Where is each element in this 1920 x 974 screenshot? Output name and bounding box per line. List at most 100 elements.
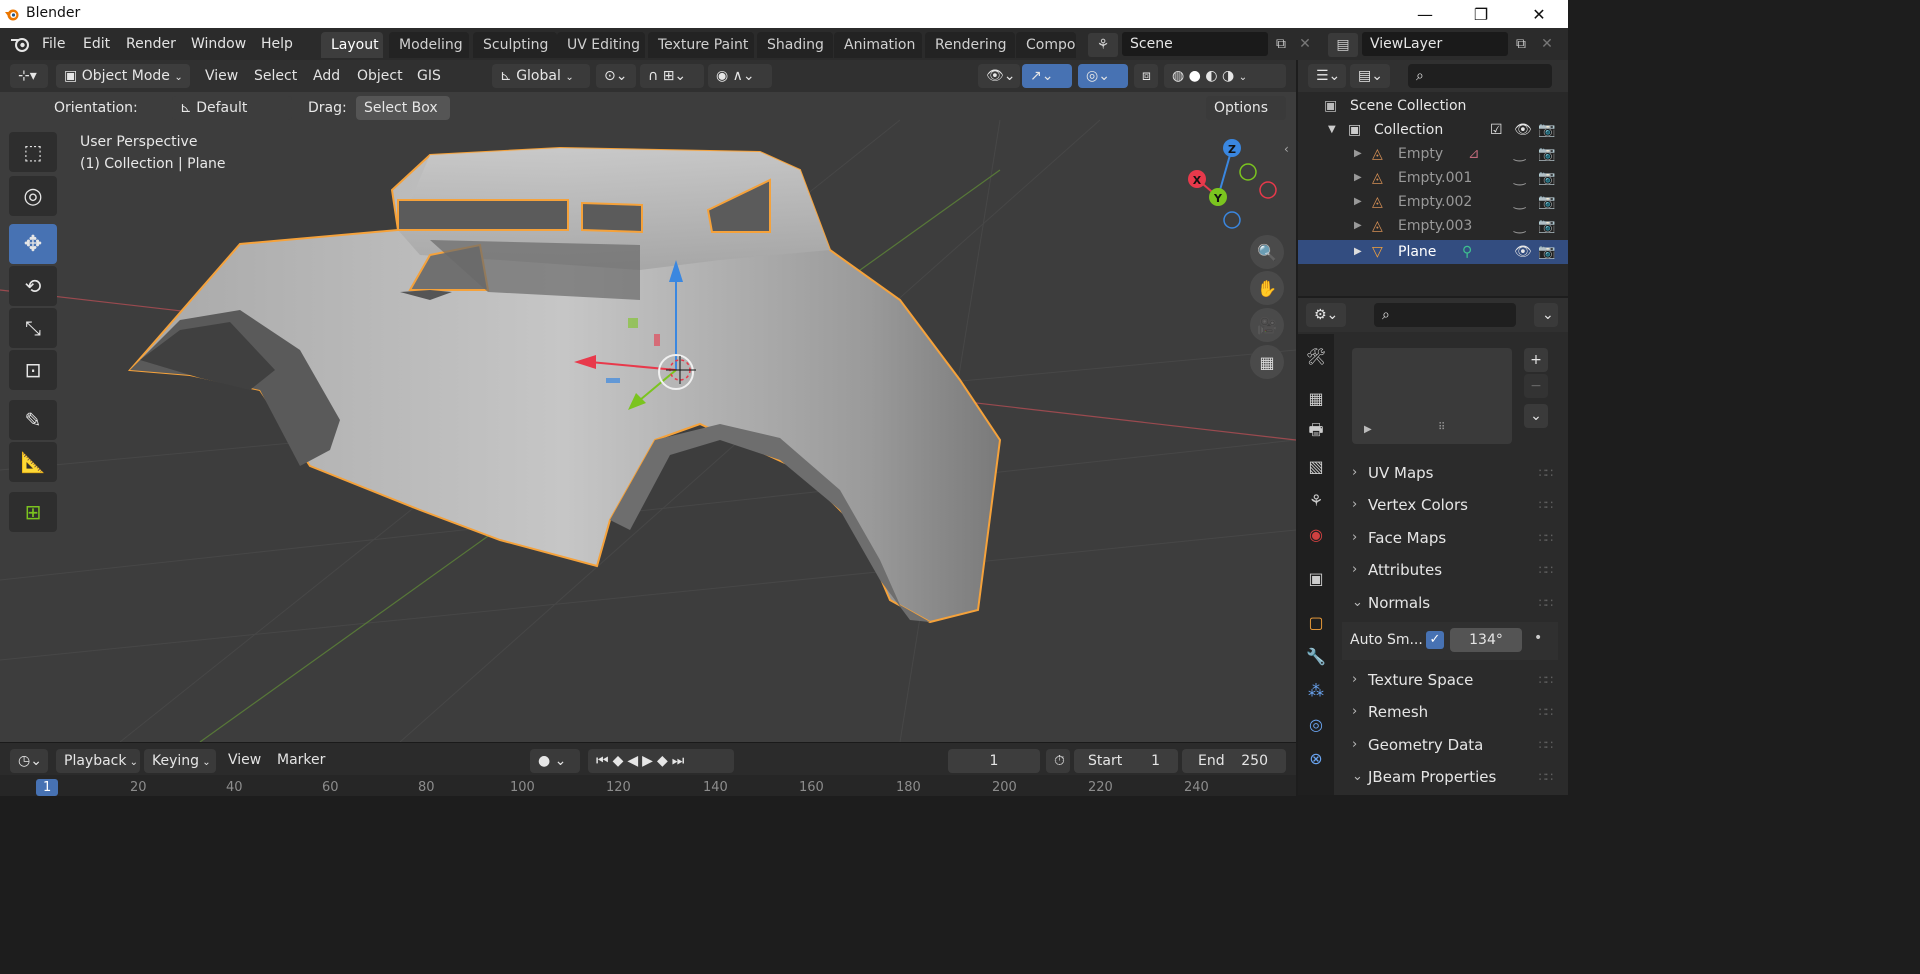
menu-window[interactable]: Window <box>191 36 246 52</box>
eye-icon[interactable]: 👁 <box>1514 118 1532 142</box>
rendered-shading-icon[interactable]: ◑ <box>1222 68 1234 84</box>
xray-toggle[interactable]: ⧈ <box>1134 64 1158 88</box>
outliner-row-empty-002[interactable]: ▶ ◬ Empty.002 ‿ 📷 <box>1298 190 1568 214</box>
properties-options-dropdown[interactable]: ⌄ <box>1534 303 1558 327</box>
camera-render-icon[interactable]: 📷 <box>1538 166 1555 190</box>
timeline-menu-marker[interactable]: Marker <box>277 752 325 768</box>
expand-arrow-icon[interactable]: ▶ <box>1354 142 1362 166</box>
tab-animation[interactable]: Animation <box>834 32 922 58</box>
auto-smooth-checkbox[interactable]: ✓ <box>1426 631 1444 649</box>
playback-dropdown[interactable]: Playback ⌄ <box>56 749 140 773</box>
display-mode-dropdown[interactable]: ▤⌄ <box>1350 64 1390 88</box>
start-frame-field[interactable]: Start 1 <box>1074 749 1178 773</box>
pan-button[interactable]: ✋ <box>1250 271 1284 305</box>
timeline-editor-type-button[interactable]: ◷⌄ <box>10 749 48 773</box>
drag-grip-icon[interactable]: ∷∷ <box>1539 730 1553 760</box>
editor-type-button[interactable]: ⊹▾ <box>10 64 48 88</box>
tab-collection[interactable]: ▣ <box>1302 564 1330 592</box>
panel-remesh[interactable]: › Remesh ∷∷ <box>1342 697 1558 727</box>
expand-arrow-icon[interactable]: ▶ <box>1354 190 1362 214</box>
list-add-button[interactable]: + <box>1524 348 1548 372</box>
list-remove-button[interactable]: − <box>1524 374 1548 398</box>
camera-render-icon[interactable]: 📷 <box>1538 142 1555 166</box>
drag-grip-icon[interactable]: ∷∷ <box>1539 523 1553 553</box>
keyframe-dot-icon[interactable]: • <box>1534 630 1542 646</box>
panel-vertex-colors[interactable]: › Vertex Colors ∷∷ <box>1342 490 1558 520</box>
scene-selector-button[interactable]: ⚘ <box>1088 33 1118 57</box>
outliner-row-plane[interactable]: ▶ ▽ Plane ⚲ 👁 📷 <box>1298 240 1568 264</box>
menu-object[interactable]: Object <box>357 68 403 84</box>
panel-attributes[interactable]: › Attributes ∷∷ <box>1342 555 1558 585</box>
options-dropdown[interactable]: Options <box>1206 96 1286 120</box>
annotate-tool[interactable]: ✎ <box>9 400 57 440</box>
tab-texture-paint[interactable]: Texture Paint <box>648 32 754 58</box>
tab-object[interactable]: ▢ <box>1302 608 1330 636</box>
attribute-list[interactable]: ▶ ⠿ <box>1352 348 1512 444</box>
sidebar-toggle-icon[interactable]: ‹ <box>1284 142 1289 156</box>
tab-view-layer[interactable]: ▧ <box>1302 452 1330 480</box>
drag-grip-icon[interactable]: ∷∷ <box>1539 762 1553 792</box>
delete-view-layer-icon[interactable]: ✕ <box>1536 33 1558 55</box>
keying-dropdown[interactable]: Keying ⌄ <box>144 749 216 773</box>
camera-render-icon[interactable]: 📷 <box>1538 118 1555 142</box>
minimize-button[interactable]: — <box>1396 0 1454 28</box>
auto-smooth-angle-field[interactable]: 134° <box>1450 628 1522 652</box>
menu-select[interactable]: Select <box>254 68 297 84</box>
tab-compositing[interactable]: Compo <box>1016 32 1076 58</box>
pivot-point-dropdown[interactable]: ⊙⌄ <box>596 64 636 88</box>
outliner-row-collection[interactable]: ▼ ▣ Collection ☑ 👁 📷 <box>1298 118 1568 142</box>
visibility-dropdown[interactable]: 👁⌄ <box>978 64 1020 88</box>
panel-texture-space[interactable]: › Texture Space ∷∷ <box>1342 665 1558 695</box>
next-keyframe-icon[interactable]: ◆ <box>657 753 672 769</box>
menu-file[interactable]: File <box>42 36 65 52</box>
camera-view-button[interactable]: 🎥 <box>1250 308 1284 342</box>
outliner-row-empty-003[interactable]: ▶ ◬ Empty.003 ‿ 📷 <box>1298 214 1568 238</box>
transform-orientation-dropdown[interactable]: ⊾ Global ⌄ <box>492 64 590 88</box>
hidden-eye-icon[interactable]: ‿ <box>1514 214 1525 238</box>
drag-dropdown[interactable]: Select Box <box>356 96 450 120</box>
orientation-dropdown[interactable]: ⊾ Default <box>172 96 292 120</box>
close-button[interactable]: ✕ <box>1510 0 1568 28</box>
timeline-menu-view[interactable]: View <box>228 752 261 768</box>
delete-scene-icon[interactable]: ✕ <box>1294 33 1316 55</box>
drag-grip-icon[interactable]: ∷∷ <box>1539 490 1553 520</box>
tab-rendering[interactable]: Rendering <box>925 32 1015 58</box>
view-layer-selector-button[interactable]: ▤ <box>1328 33 1358 57</box>
panel-normals[interactable]: ⌄ Normals ∷∷ <box>1342 588 1558 618</box>
properties-search-input[interactable]: ⌕ <box>1374 303 1516 327</box>
camera-render-icon[interactable]: 📷 <box>1538 240 1555 264</box>
maximize-button[interactable]: ❐ <box>1452 0 1510 28</box>
expand-arrow-icon[interactable]: ▶ <box>1364 424 1372 435</box>
play-reverse-icon[interactable]: ◀ <box>627 753 642 769</box>
panel-uv-maps[interactable]: › UV Maps ∷∷ <box>1342 458 1558 488</box>
tab-modeling[interactable]: Modeling <box>389 32 469 58</box>
zoom-button[interactable]: 🔍 <box>1250 235 1284 269</box>
drag-grip-icon[interactable]: ∷∷ <box>1539 555 1553 585</box>
drag-grip-icon[interactable]: ∷∷ <box>1539 697 1553 727</box>
transform-tool[interactable]: ⊡ <box>9 350 57 390</box>
move-tool[interactable]: ✥ <box>9 224 57 264</box>
overlay-toggle[interactable]: ◎⌄ <box>1078 64 1128 88</box>
outliner-editor-type-button[interactable]: ☰⌄ <box>1308 64 1346 88</box>
expand-arrow-icon[interactable]: ▶ <box>1354 240 1362 264</box>
play-icon[interactable]: ▶ <box>642 753 657 769</box>
scale-tool[interactable]: ⤡ <box>9 308 57 348</box>
new-view-layer-icon[interactable]: ⧉ <box>1510 33 1532 55</box>
camera-render-icon[interactable]: 📷 <box>1538 214 1555 238</box>
tab-physics[interactable]: ◎ <box>1302 710 1330 738</box>
blender-menu-icon[interactable] <box>10 35 32 53</box>
gizmo-toggle[interactable]: ↗⌄ <box>1022 64 1072 88</box>
add-cube-tool[interactable]: ⊞ <box>9 492 57 532</box>
expand-arrow-icon[interactable]: ▶ <box>1354 166 1362 190</box>
outliner-row-empty-001[interactable]: ▶ ◬ Empty.001 ‿ 📷 <box>1298 166 1568 190</box>
jump-end-icon[interactable]: ⏭ <box>672 753 689 769</box>
tab-scene[interactable]: ⚘ <box>1302 486 1330 514</box>
shading-modes[interactable]: ◍ ● ◐ ◑ ⌄ <box>1164 64 1286 88</box>
prev-keyframe-icon[interactable]: ◆ <box>613 753 628 769</box>
list-specials-button[interactable]: ⌄ <box>1524 404 1548 428</box>
properties-editor-type-button[interactable]: ⚙⌄ <box>1306 303 1346 327</box>
hidden-eye-icon[interactable]: ‿ <box>1514 166 1525 190</box>
current-frame-field[interactable]: 1 <box>948 749 1040 773</box>
panel-face-maps[interactable]: › Face Maps ∷∷ <box>1342 523 1558 553</box>
material-shading-icon[interactable]: ◐ <box>1205 68 1217 84</box>
